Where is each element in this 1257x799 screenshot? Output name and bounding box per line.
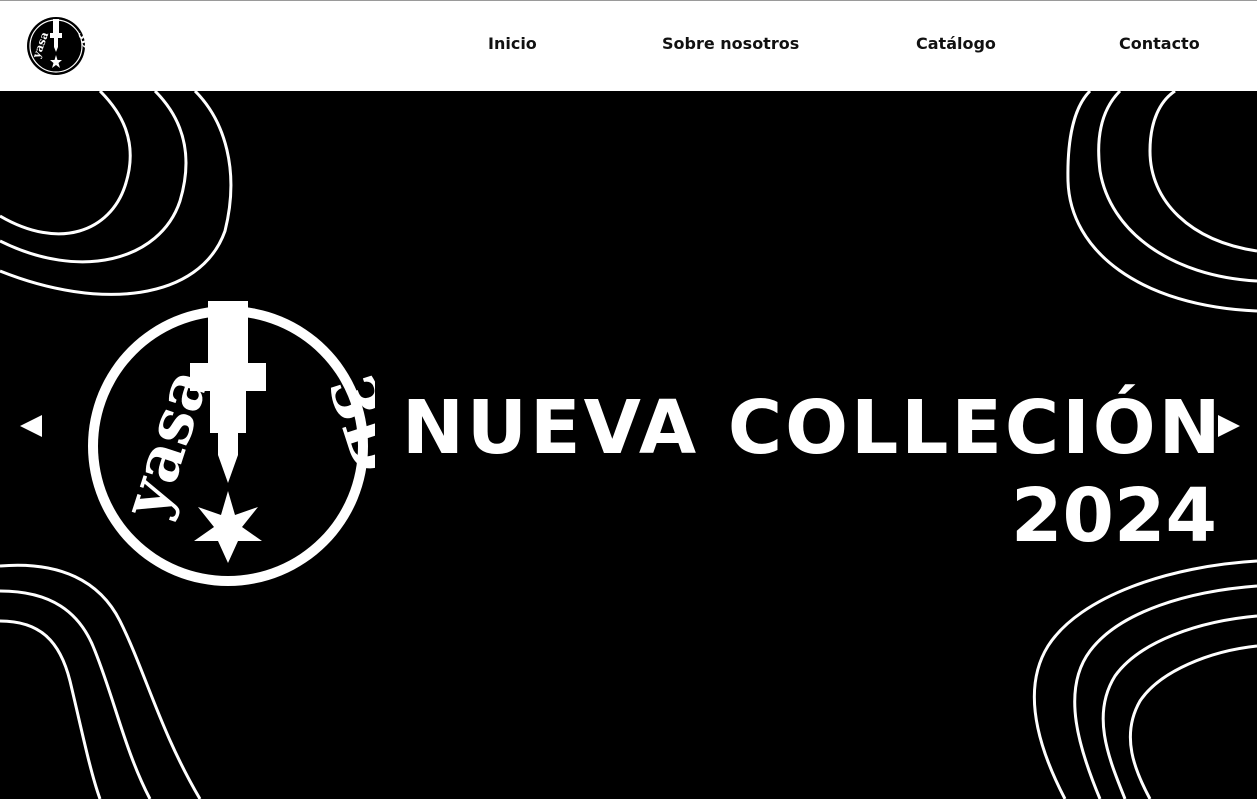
nav-link-sobre-nosotros[interactable]: Sobre nosotros: [662, 34, 799, 53]
nav-link-inicio[interactable]: Inicio: [488, 34, 537, 53]
hero-brand-logo: yasa 3D: [88, 301, 375, 586]
main-nav: Inicio Sobre nosotros Catálogo Contacto: [0, 1, 1257, 91]
hero-carousel: yasa 3D NUEVA COLLECIÓN 2024: [0, 91, 1257, 799]
hero-title: NUEVA COLLECIÓN: [402, 385, 1224, 471]
hero-year: 2024: [1011, 473, 1217, 559]
page: yasa 3D Inicio Sobre nosotros Catálogo C…: [0, 0, 1257, 799]
triangle-left-icon[interactable]: [16, 411, 46, 441]
nav-link-catalogo[interactable]: Catálogo: [916, 34, 996, 53]
nav-link-contacto[interactable]: Contacto: [1119, 34, 1200, 53]
triangle-right-icon[interactable]: [1214, 411, 1244, 441]
site-header: yasa 3D Inicio Sobre nosotros Catálogo C…: [0, 1, 1257, 91]
